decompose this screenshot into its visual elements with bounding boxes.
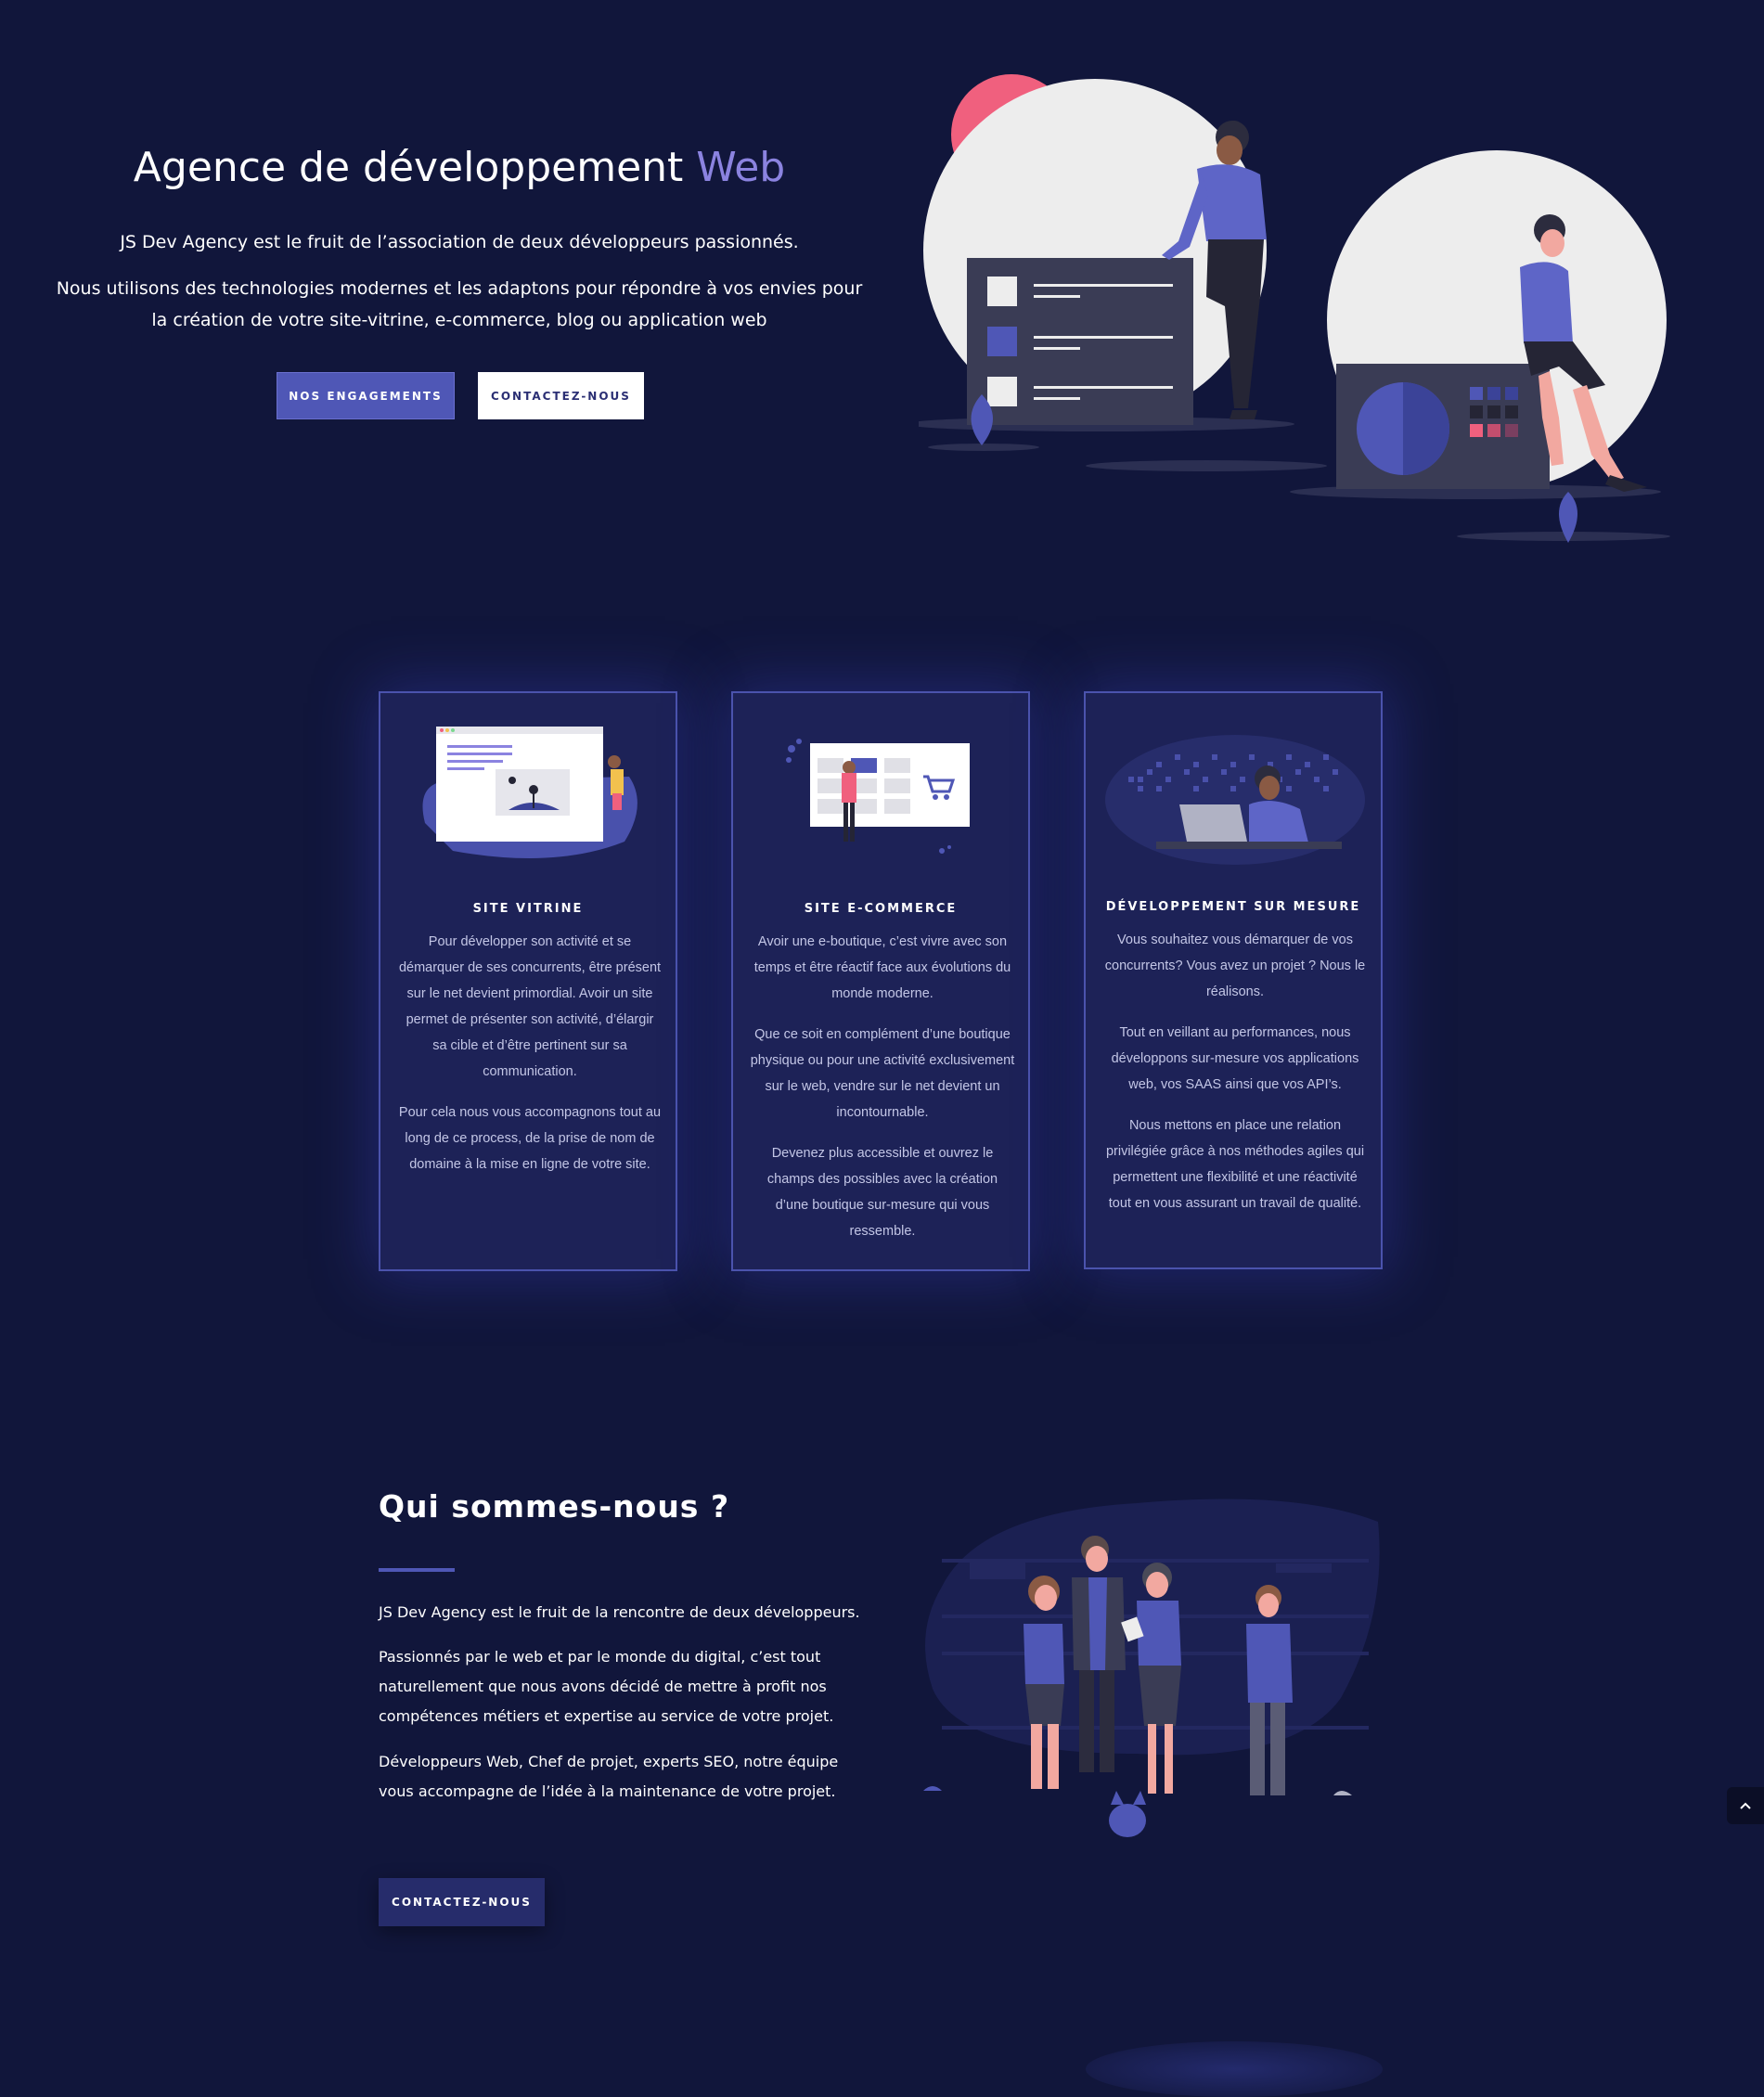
hero-title-main: Agence de développement	[133, 144, 697, 191]
service-text: Pour développer son activité et se démar…	[397, 929, 663, 1192]
service-paragraph: Avoir une e-boutique, c’est vivre avec s…	[753, 934, 1011, 1001]
team-illustration	[923, 1499, 1380, 1837]
service-paragraph: Devenez plus accessible et ouvrez le cha…	[766, 1146, 998, 1239]
about-paragraph-2: Passionnés par le web et par le monde du…	[379, 1648, 834, 1725]
service-paragraph: Tout en veillant au performances, nous d…	[1111, 1025, 1359, 1092]
service-paragraph: Que ce soit en complément d’une boutique…	[750, 1027, 1015, 1120]
scroll-top-button[interactable]	[1727, 1787, 1764, 1824]
service-paragraph: Vous souhaitez vous démarquer de vos con…	[1104, 933, 1366, 999]
chevron-up-icon	[1740, 1802, 1751, 1809]
service-card-sur-mesure: DÉVELOPPEMENT SUR MESURE Vous souhaitez …	[1084, 691, 1383, 1269]
service-title: SITE VITRINE	[472, 902, 584, 916]
service-card-ecommerce: SITE E-COMMERCE Avoir une e-boutique, c’…	[731, 691, 1030, 1271]
about-title: Qui sommes-nous ?	[379, 1488, 730, 1525]
service-paragraph: Nous mettons en place une relation privi…	[1105, 1118, 1365, 1211]
about-contact-button[interactable]: CONTACTEZ-NOUS	[379, 1878, 545, 1926]
about-divider	[379, 1568, 455, 1572]
service-text: Vous souhaitez vous démarquer de vos con…	[1102, 927, 1368, 1231]
developpement-illustration	[1105, 735, 1365, 865]
hero-title-accent: Web	[696, 144, 786, 191]
hero-subtitle-2: Nous utilisons des technologies modernes…	[56, 278, 863, 330]
about-paragraph-3: Développeurs Web, Chef de projet, expert…	[379, 1753, 839, 1800]
hero-illustration	[919, 74, 1670, 543]
hero-subtitle-1: JS Dev Agency est le fruit de l’associat…	[120, 232, 799, 252]
service-paragraph: Pour cela nous vous accompagnons tout au…	[398, 1105, 662, 1172]
service-text: Avoir une e-boutique, c’est vivre avec s…	[750, 929, 1015, 1259]
site-vitrine-illustration	[422, 727, 637, 858]
service-paragraph: Pour développer son activité et se démar…	[398, 934, 662, 1079]
about-paragraph-1: JS Dev Agency est le fruit de la rencont…	[379, 1603, 860, 1621]
service-card-vitrine: SITE VITRINE Pour développer son activit…	[379, 691, 677, 1271]
site-ecommerce-illustration	[786, 739, 970, 854]
service-title: SITE E-COMMERCE	[804, 902, 958, 916]
bottom-glow	[1086, 2041, 1383, 2097]
service-title: DÉVELOPPEMENT SUR MESURE	[1105, 900, 1361, 914]
hero-title: Agence de développement Web	[0, 144, 919, 191]
hero-contact-button[interactable]: CONTACTEZ-NOUS	[478, 372, 644, 419]
engagements-button[interactable]: NOS ENGAGEMENTS	[277, 372, 455, 419]
